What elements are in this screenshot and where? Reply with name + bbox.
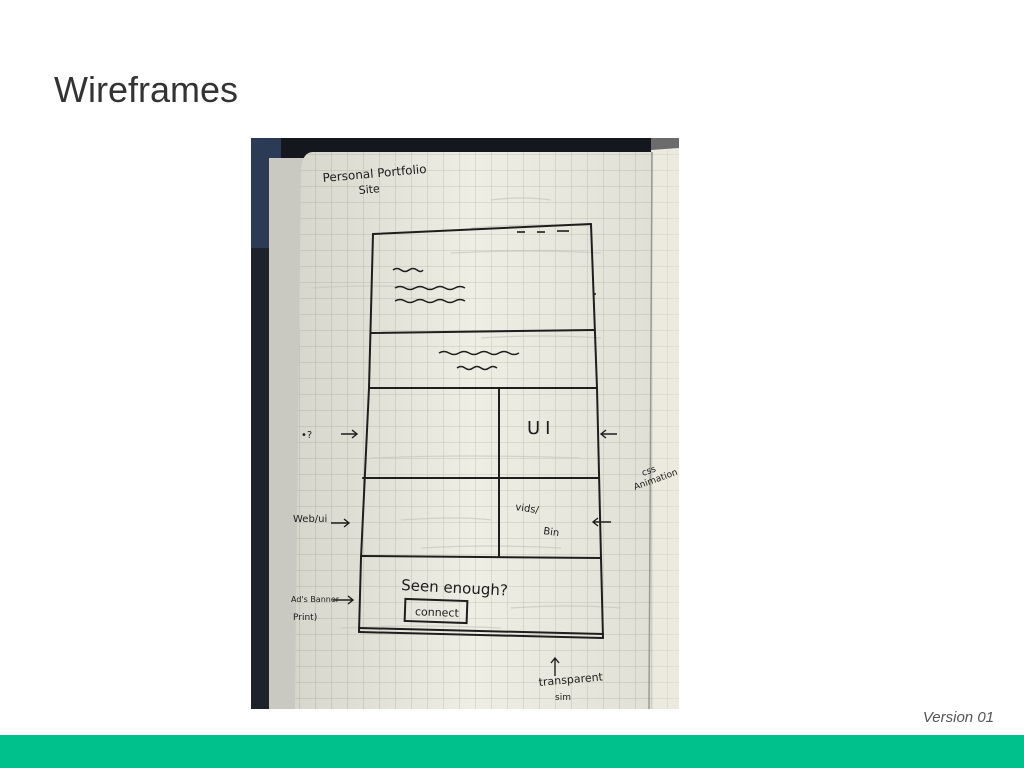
sketch-note-left-top: •?	[301, 430, 312, 441]
sketch-note-print: Print)	[293, 613, 317, 623]
wireframe-sketch-photo: Personal Portfolio Site UI css Animation…	[251, 138, 679, 709]
slide-title: Wireframes	[54, 69, 239, 110]
sketch-note-ads: Ad's Banner	[291, 595, 340, 604]
sketch-note-bin: Bin	[543, 526, 560, 539]
version-label: Version 01	[922, 709, 994, 726]
slide: Wireframes Personal Portfolio Site UI cs…	[0, 0, 1024, 768]
sketch-note-sim: sim	[555, 693, 571, 703]
footer-accent-bar	[0, 735, 1024, 768]
sketch-section-label: UI	[527, 418, 555, 439]
sketch-cta-button: connect	[415, 605, 460, 620]
notebook-sketch: Personal Portfolio Site UI css Animation…	[251, 138, 679, 709]
sketch-note-web: Web/ui	[293, 514, 327, 525]
sketch-heading-line2: Site	[358, 182, 380, 197]
